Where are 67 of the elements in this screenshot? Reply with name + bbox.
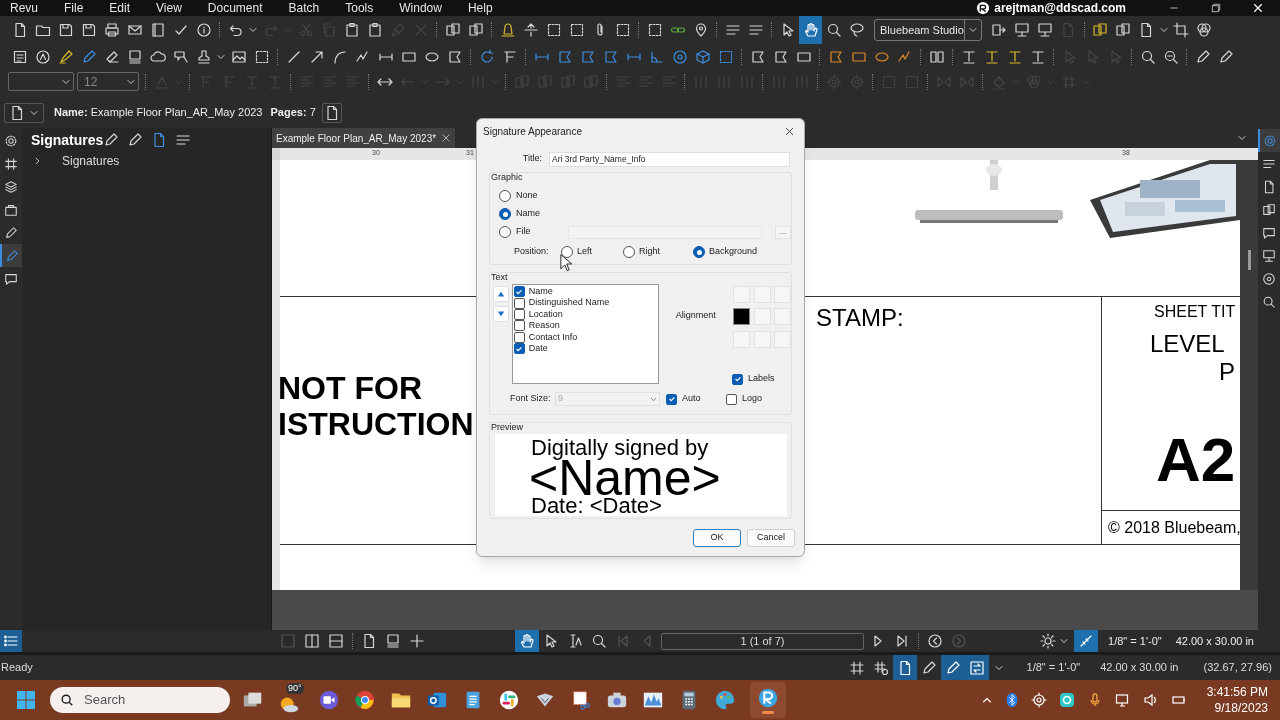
radio-label: Name — [516, 207, 540, 221]
menu-item[interactable]: Help — [467, 0, 493, 16]
cancel-button[interactable]: Cancel — [747, 529, 795, 547]
title-label: Title: — [521, 152, 543, 166]
page-size-text: 42.00 x 30.00 in — [1175, 633, 1254, 649]
taskbar-search-field[interactable]: Search — [50, 687, 230, 713]
menu-item[interactable]: Batch — [288, 0, 320, 16]
preview-text: Date: <Date> — [531, 496, 662, 516]
preview-name-large: <Name> — [529, 460, 721, 496]
menu-item[interactable]: File — [64, 0, 84, 16]
menu-item[interactable]: Revu — [10, 0, 38, 16]
sheet-warning-text: NOT FOR — [280, 370, 422, 406]
page-size-text: 42.00 x 30.00 in — [1100, 660, 1179, 676]
checkbox-label: Logo — [742, 392, 763, 406]
coordinates-text: (32.67, 27.96) — [1203, 660, 1272, 676]
document-tab[interactable]: Example Floor Plan_AR_May 2023* — [272, 128, 455, 148]
clock-date[interactable]: 9/18/2023 — [1214, 700, 1268, 716]
group-label: Preview — [491, 421, 523, 434]
document-name: Name: Example Floor Plan_AR_May 2023 — [54, 105, 263, 121]
list-item-label: Distinguished Name — [528, 296, 610, 310]
list-item-label: Location — [528, 307, 563, 321]
checkbox-label: Auto — [682, 392, 701, 406]
page-number-field[interactable]: 1 (1 of 7) — [661, 632, 864, 650]
checkbox-label: Labels — [748, 372, 775, 386]
radio-label: Right — [639, 245, 660, 259]
sheet-title: LEVEL — [1150, 330, 1225, 358]
menu-item[interactable]: Document — [207, 0, 263, 16]
studio-dropdown[interactable]: Bluebeam Studio — [874, 19, 982, 41]
copyright-text: © 2018 Bluebeam, — [1108, 518, 1240, 538]
status-text: Ready — [1, 660, 33, 676]
group-label: Text — [491, 271, 508, 284]
sheet-title: P — [1219, 358, 1235, 386]
menu-item[interactable]: Edit — [109, 0, 131, 16]
browse-button[interactable]: ... — [774, 225, 791, 239]
stamp-label: STAMP: — [816, 304, 904, 332]
scale-text: 1/8" = 1'-0" — [1108, 633, 1162, 649]
menu-item[interactable]: Window — [399, 0, 442, 16]
panel-title: Signatures — [31, 130, 103, 150]
font-size-dropdown[interactable]: 12 — [77, 72, 139, 91]
group-label: Graphic — [491, 171, 523, 184]
preview-text: Digitally signed by — [531, 437, 709, 459]
menu-item[interactable]: Tools — [345, 0, 374, 16]
position-label: Position: — [514, 245, 550, 259]
list-item-label: Name — [528, 284, 553, 298]
tree-item[interactable]: Signatures — [22, 153, 271, 169]
temperature-text: 90° — [286, 683, 304, 694]
title-input[interactable]: Ari 3rd Party_Name_Info — [549, 151, 790, 167]
dialog-title: Signature Appearance — [483, 124, 583, 139]
clock-time[interactable]: 3:41:56 PM — [1206, 684, 1268, 700]
page-count: Pages: 7 — [270, 105, 316, 121]
account-email[interactable]: arejtman@ddscad.com — [994, 0, 1126, 17]
sheet-number: A2 — [1156, 426, 1236, 494]
ok-button[interactable]: OK — [693, 529, 741, 547]
radio-label: Left — [577, 245, 592, 259]
menu-item[interactable]: View — [156, 0, 182, 16]
scale-text: 1/8" = 1'-0" — [1026, 660, 1081, 676]
font-size-label: Font Size: — [510, 392, 552, 406]
alignment-label: Alignment — [675, 309, 717, 323]
radio-label: None — [516, 189, 538, 203]
sheet-title-label: SHEET TIT — [1154, 302, 1236, 322]
list-item-label: Contact Info — [528, 330, 578, 344]
list-item-label: Reason — [528, 319, 560, 333]
radio-label: File — [516, 225, 531, 239]
radio-label: Background — [709, 245, 758, 259]
sheet-warning-text: ISTRUCTION — [280, 406, 474, 442]
list-item-label: Date — [528, 341, 548, 355]
weather-widget[interactable]: 90° — [278, 683, 304, 717]
